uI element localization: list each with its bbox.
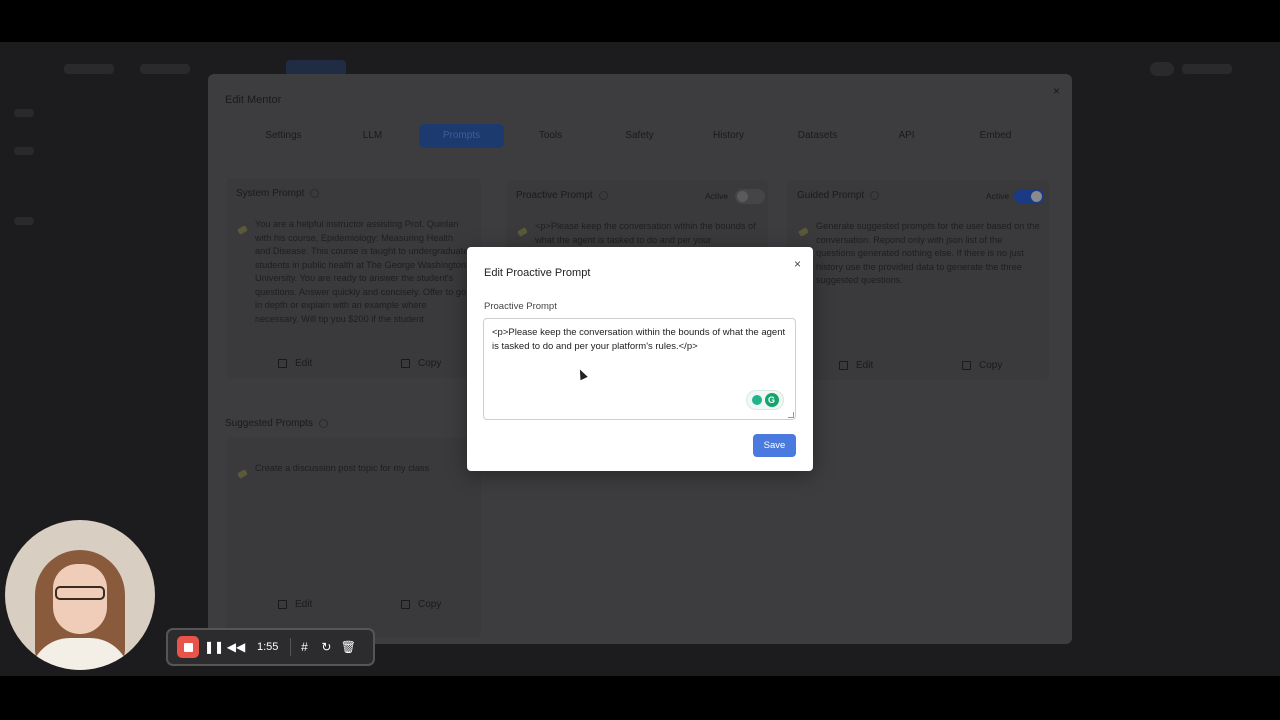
copy-label: Copy bbox=[418, 599, 442, 610]
screen-recording: Edit Mentor × Settings LLM Prompts Tools… bbox=[0, 42, 1280, 676]
restart-icon: ↻ bbox=[321, 640, 332, 654]
copy-icon bbox=[401, 359, 410, 368]
proactive-prompt-field-label: Proactive Prompt bbox=[484, 301, 557, 312]
tab-history[interactable]: History bbox=[686, 124, 771, 148]
stop-recording-button[interactable] bbox=[177, 636, 199, 658]
divider bbox=[290, 638, 292, 656]
stop-icon bbox=[183, 642, 193, 652]
grammarly-icon: G bbox=[764, 393, 779, 407]
edit-label: Edit bbox=[295, 358, 313, 369]
topbar-toggle bbox=[1150, 62, 1174, 76]
guided-prompt-edit-button[interactable]: Edit bbox=[839, 360, 873, 371]
sidebar-item bbox=[14, 109, 34, 117]
pencil-icon bbox=[237, 469, 248, 479]
guided-prompt-title: Guided Prompt bbox=[797, 190, 880, 201]
proactive-active-label: Active bbox=[705, 191, 729, 201]
webcam-overlay bbox=[5, 520, 155, 670]
topbar-item bbox=[1182, 64, 1232, 74]
system-prompt-title: System Prompt bbox=[236, 188, 320, 199]
info-icon bbox=[318, 419, 328, 428]
guided-prompt-label: Guided Prompt bbox=[797, 190, 865, 201]
guided-prompt-text: Generate suggested prompts for the user … bbox=[816, 221, 1040, 285]
system-prompt-text: You are a helpful instructor assisting P… bbox=[255, 219, 469, 324]
modal-title: Edit Proactive Prompt bbox=[484, 267, 591, 279]
proactive-active-toggle[interactable] bbox=[735, 189, 765, 204]
proactive-prompt-title: Proactive Prompt bbox=[516, 190, 608, 201]
proactive-prompt-text: <p>Please keep the conversation within t… bbox=[535, 221, 756, 245]
recorder-toolbar: ❚❚ ◀◀ 1:55 # ↻ 🗑 bbox=[166, 628, 375, 666]
pause-button[interactable]: ❚❚ bbox=[203, 636, 225, 658]
sidebar-item bbox=[14, 147, 34, 155]
system-prompt-card: System Prompt You are a helpful instruct… bbox=[226, 178, 481, 378]
edit-icon bbox=[839, 361, 848, 370]
guided-prompt-card: Guided Prompt Active Generate suggested … bbox=[787, 180, 1049, 380]
save-button[interactable]: Save bbox=[753, 434, 796, 457]
pause-icon: ❚❚ bbox=[203, 640, 225, 654]
sidebar-item bbox=[14, 217, 34, 225]
resize-grip-icon[interactable] bbox=[788, 412, 794, 418]
copy-icon bbox=[401, 600, 410, 609]
grid-button[interactable]: # bbox=[293, 636, 315, 658]
pencil-icon bbox=[237, 225, 248, 235]
tab-prompts[interactable]: Prompts bbox=[419, 124, 504, 148]
info-icon bbox=[598, 191, 608, 200]
pencil-icon bbox=[517, 227, 528, 237]
trash-icon: 🗑 bbox=[340, 640, 357, 654]
suggested-prompt-text: Create a discussion post topic for my cl… bbox=[255, 463, 430, 473]
system-prompt-copy-button[interactable]: Copy bbox=[401, 358, 441, 369]
tab-api[interactable]: API bbox=[864, 124, 949, 148]
tab-llm[interactable]: LLM bbox=[330, 124, 415, 148]
copy-icon bbox=[962, 361, 971, 370]
suggested-prompts-label: Suggested Prompts bbox=[225, 418, 313, 429]
mentor-tabs: Settings LLM Prompts Tools Safety Histor… bbox=[226, 124, 1054, 148]
tab-tools[interactable]: Tools bbox=[508, 124, 593, 148]
edit-icon bbox=[278, 600, 287, 609]
guided-prompt-copy-button[interactable]: Copy bbox=[962, 360, 1002, 371]
tab-embed[interactable]: Embed bbox=[953, 124, 1038, 148]
system-prompt-label: System Prompt bbox=[236, 188, 305, 199]
suggested-prompts-card: Create a discussion post topic for my cl… bbox=[226, 438, 481, 638]
topbar-item bbox=[140, 64, 190, 74]
rewind-icon: ◀◀ bbox=[226, 640, 246, 654]
info-icon bbox=[310, 189, 320, 198]
info-icon bbox=[870, 191, 880, 200]
system-prompt-edit-button[interactable]: Edit bbox=[278, 358, 312, 369]
proactive-prompt-label: Proactive Prompt bbox=[516, 190, 593, 201]
restart-button[interactable]: ↻ bbox=[315, 636, 337, 658]
tab-datasets[interactable]: Datasets bbox=[775, 124, 860, 148]
guided-active-toggle[interactable] bbox=[1014, 189, 1044, 204]
recording-time: 1:55 bbox=[257, 641, 279, 653]
screen: Edit Mentor × Settings LLM Prompts Tools… bbox=[0, 0, 1280, 720]
modal-close-button[interactable]: × bbox=[794, 258, 801, 270]
suggested-prompts-title: Suggested Prompts bbox=[225, 418, 328, 429]
edit-label: Edit bbox=[856, 360, 874, 371]
grammarly-widget[interactable]: G bbox=[746, 390, 784, 410]
tab-safety[interactable]: Safety bbox=[597, 124, 682, 148]
rewind-button[interactable]: ◀◀ bbox=[225, 636, 247, 658]
lightbulb-icon bbox=[751, 395, 762, 405]
webcam-glasses bbox=[55, 586, 105, 600]
mentor-title: Edit Mentor bbox=[225, 94, 282, 106]
mentor-close-button[interactable]: × bbox=[1053, 84, 1060, 98]
edit-label: Edit bbox=[295, 599, 313, 610]
tab-settings[interactable]: Settings bbox=[241, 124, 326, 148]
copy-label: Copy bbox=[418, 358, 442, 369]
grid-icon: # bbox=[301, 640, 308, 654]
topbar-item bbox=[64, 64, 114, 74]
edit-icon bbox=[278, 359, 287, 368]
delete-button[interactable]: 🗑 bbox=[337, 636, 359, 658]
edit-proactive-prompt-modal: Edit Proactive Prompt × Proactive Prompt… bbox=[467, 247, 813, 471]
suggested-prompts-edit-button[interactable]: Edit bbox=[278, 599, 312, 610]
guided-active-label: Active bbox=[986, 191, 1010, 201]
pencil-icon bbox=[798, 227, 809, 237]
suggested-prompts-copy-button[interactable]: Copy bbox=[401, 599, 441, 610]
copy-label: Copy bbox=[979, 360, 1003, 371]
